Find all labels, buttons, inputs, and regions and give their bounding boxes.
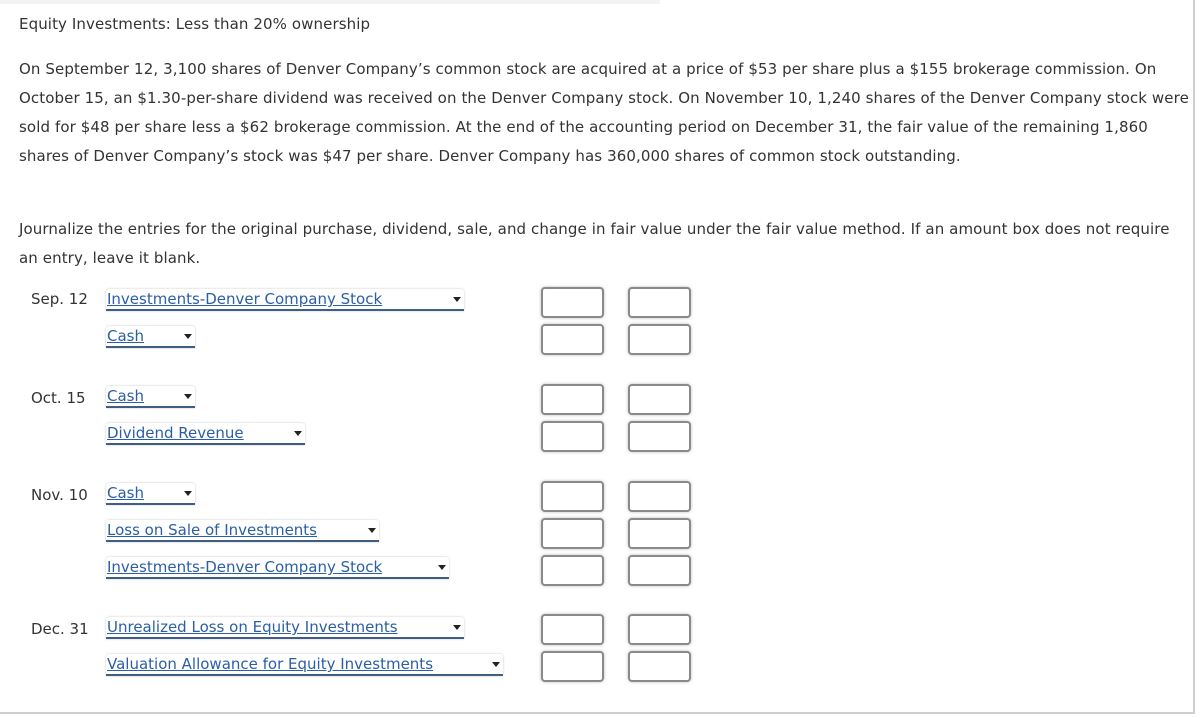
entry-date: Sep. 12 xyxy=(31,290,88,308)
account-select[interactable]: Cash xyxy=(106,386,195,408)
debit-amount-input[interactable] xyxy=(541,555,604,586)
credit-amount-input[interactable] xyxy=(628,324,691,355)
chevron-down-icon xyxy=(453,625,461,630)
account-select-value: Cash xyxy=(107,387,144,405)
debit-amount-input[interactable] xyxy=(541,518,604,549)
credit-amount-input[interactable] xyxy=(628,421,691,452)
account-select[interactable]: Cash xyxy=(106,483,195,505)
debit-amount-input[interactable] xyxy=(541,651,604,682)
account-select-value: Dividend Revenue xyxy=(107,424,244,442)
chevron-down-icon xyxy=(184,394,192,399)
account-select-value: Unrealized Loss on Equity Investments xyxy=(107,618,398,636)
chevron-down-icon xyxy=(368,528,376,533)
top-divider xyxy=(0,0,660,4)
account-select-value: Valuation Allowance for Equity Investmen… xyxy=(107,655,434,673)
account-select-value: Cash xyxy=(107,327,144,345)
chevron-down-icon xyxy=(492,662,500,667)
debit-amount-input[interactable] xyxy=(541,324,604,355)
problem-title: Equity Investments: Less than 20% owners… xyxy=(19,15,371,33)
chevron-down-icon xyxy=(184,491,192,496)
account-select[interactable]: Cash xyxy=(106,326,195,348)
entry-date: Dec. 31 xyxy=(31,620,89,638)
debit-amount-input[interactable] xyxy=(541,481,604,512)
account-select[interactable]: Loss on Sale of Investments xyxy=(106,520,379,542)
problem-text: On September 12, 3,100 shares of Denver … xyxy=(19,60,1189,165)
account-select-value: Cash xyxy=(107,484,144,502)
entry-date: Oct. 15 xyxy=(31,389,86,407)
chevron-down-icon xyxy=(184,334,192,339)
debit-amount-input[interactable] xyxy=(541,384,604,415)
account-select[interactable]: Investments-Denver Company Stock xyxy=(106,557,449,579)
account-select-value: Loss on Sale of Investments xyxy=(107,521,317,539)
debit-amount-input[interactable] xyxy=(541,614,604,645)
credit-amount-input[interactable] xyxy=(628,555,691,586)
credit-amount-input[interactable] xyxy=(628,518,691,549)
account-select[interactable]: Unrealized Loss on Equity Investments xyxy=(106,617,464,639)
credit-amount-input[interactable] xyxy=(628,384,691,415)
chevron-down-icon xyxy=(438,565,446,570)
credit-amount-input[interactable] xyxy=(628,614,691,645)
credit-amount-input[interactable] xyxy=(628,287,691,318)
account-select[interactable]: Investments-Denver Company Stock xyxy=(106,289,464,311)
account-select-value: Investments-Denver Company Stock xyxy=(107,558,383,576)
instructions-text: Journalize the entries for the original … xyxy=(19,220,1170,267)
chevron-down-icon xyxy=(294,431,302,436)
credit-amount-input[interactable] xyxy=(628,651,691,682)
account-select-value: Investments-Denver Company Stock xyxy=(107,290,383,308)
chevron-down-icon xyxy=(453,297,461,302)
credit-amount-input[interactable] xyxy=(628,481,691,512)
debit-amount-input[interactable] xyxy=(541,287,604,318)
debit-amount-input[interactable] xyxy=(541,421,604,452)
entry-date: Nov. 10 xyxy=(31,486,88,504)
account-select[interactable]: Valuation Allowance for Equity Investmen… xyxy=(106,654,503,676)
problem-panel: Equity Investments: Less than 20% owners… xyxy=(0,0,1195,714)
account-select[interactable]: Dividend Revenue xyxy=(106,423,305,445)
